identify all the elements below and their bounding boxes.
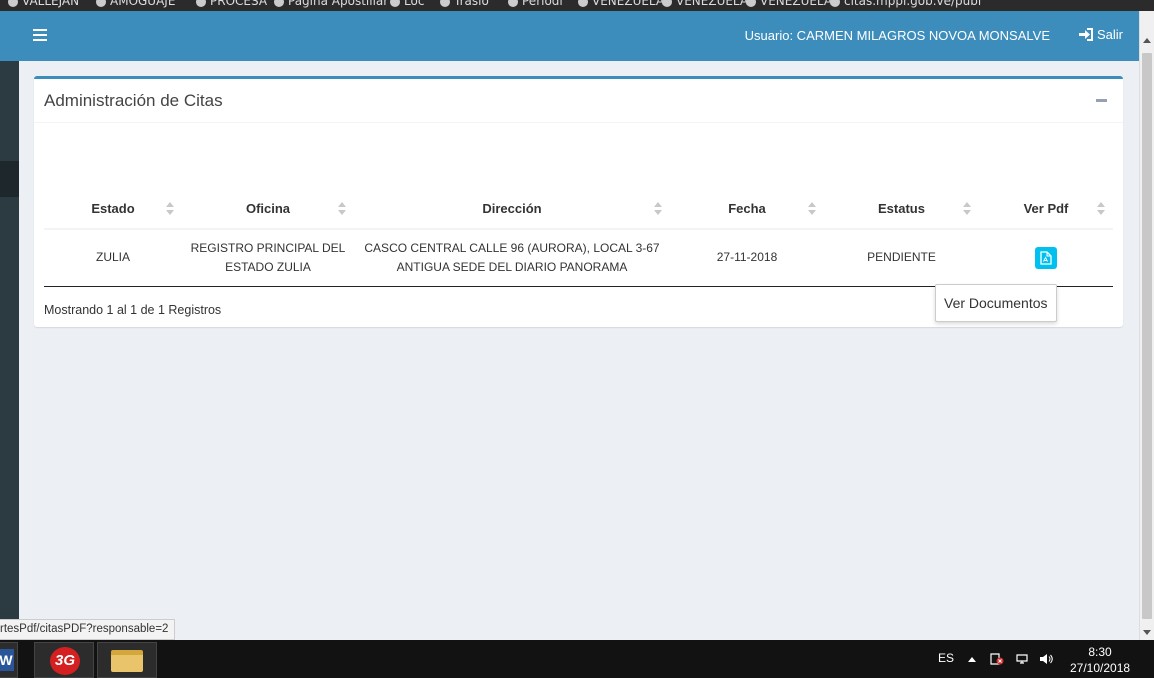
bookmark-item[interactable]: citas.mppi.gob.ve/publ bbox=[830, 0, 981, 8]
bookmark-item[interactable]: Traslo bbox=[440, 0, 489, 8]
column-header-estatus[interactable]: Estatus bbox=[824, 189, 979, 230]
sort-icon bbox=[654, 202, 662, 216]
menu-toggle-icon[interactable] bbox=[33, 29, 47, 41]
show-hidden-icons-icon[interactable] bbox=[968, 657, 976, 662]
sort-icon bbox=[963, 202, 971, 216]
cell-ver-pdf bbox=[979, 229, 1113, 287]
cell-direccion: CASCO CENTRAL CALLE 96 (AURORA), LOCAL 3… bbox=[354, 229, 670, 287]
scroll-down-icon[interactable] bbox=[1143, 630, 1151, 635]
sort-icon bbox=[166, 202, 174, 216]
cell-estatus: PENDIENTE bbox=[824, 229, 979, 287]
top-header: Usuario: CARMEN MILAGROS NOVOA MONSALVE … bbox=[0, 11, 1140, 61]
3g-icon[interactable]: 3G bbox=[34, 642, 94, 678]
sign-out-icon bbox=[1078, 28, 1093, 41]
clock-date: 27/10/2018 bbox=[1070, 661, 1131, 675]
scrollbar-thumb[interactable] bbox=[1142, 53, 1152, 619]
bookmark-item[interactable]: VALLEJAN bbox=[8, 0, 79, 8]
cell-fecha: 27-11-2018 bbox=[670, 229, 824, 287]
logout-button[interactable]: Salir bbox=[1078, 27, 1123, 42]
bookmark-item[interactable]: VENEZUELA bbox=[578, 0, 664, 8]
bookmark-item[interactable]: Periodi bbox=[508, 0, 563, 8]
column-header-fecha[interactable]: Fecha bbox=[670, 189, 824, 230]
bookmark-item[interactable]: AMOGUAJE bbox=[96, 0, 175, 8]
table-header-row: Estado Oficina Dirección Fecha Estatus V… bbox=[44, 189, 1113, 230]
status-url: rtesPdf/citasPDF?responsable=2 bbox=[0, 619, 176, 640]
bookmark-item[interactable]: PROCESA bbox=[196, 0, 267, 8]
cell-estado: ZULIA bbox=[44, 229, 182, 287]
sidebar-active-item[interactable] bbox=[0, 161, 19, 197]
word-icon[interactable]: W bbox=[0, 642, 18, 678]
column-header-direccion[interactable]: Dirección bbox=[354, 189, 670, 230]
volume-icon[interactable] bbox=[1039, 653, 1053, 665]
action-center-icon[interactable] bbox=[990, 653, 1004, 665]
sort-icon bbox=[1097, 202, 1105, 216]
taskbar: W 3G ES 8:30 27/10/2018 bbox=[0, 640, 1154, 678]
cell-oficina: REGISTRO PRINCIPAL DEL ESTADO ZULIA bbox=[182, 229, 354, 287]
tooltip: Ver Documentos bbox=[935, 284, 1057, 322]
collapse-icon[interactable] bbox=[1096, 99, 1107, 102]
network-icon[interactable] bbox=[1015, 653, 1029, 665]
sort-icon bbox=[808, 202, 816, 216]
page-title: Administración de Citas bbox=[44, 91, 223, 110]
column-header-ver-pdf[interactable]: Ver Pdf bbox=[979, 189, 1113, 230]
column-header-oficina[interactable]: Oficina bbox=[182, 189, 354, 230]
view-pdf-button[interactable] bbox=[1035, 246, 1057, 269]
language-indicator[interactable]: ES bbox=[938, 651, 954, 665]
bookmark-item[interactable]: Pagina Apostillar bbox=[274, 0, 388, 8]
bookmark-item[interactable]: VENEZUELA bbox=[746, 0, 832, 8]
scroll-up-icon[interactable] bbox=[1143, 38, 1151, 43]
logout-label: Salir bbox=[1096, 27, 1123, 42]
clock-time: 8:30 bbox=[1088, 645, 1112, 659]
column-header-estado[interactable]: Estado bbox=[44, 189, 182, 230]
sidebar bbox=[0, 61, 19, 641]
vertical-scrollbar[interactable] bbox=[1139, 11, 1154, 641]
user-label: Usuario: CARMEN MILAGROS NOVOA MONSALVE bbox=[744, 28, 1050, 43]
clock[interactable]: 8:30 27/10/2018 bbox=[1070, 644, 1130, 676]
bookmark-item[interactable]: Loc bbox=[390, 0, 424, 8]
citas-table: Estado Oficina Dirección Fecha Estatus V… bbox=[44, 189, 1113, 287]
box-header: Administración de Citas bbox=[34, 79, 1123, 123]
sort-icon bbox=[338, 202, 346, 216]
bookmarks-bar: VALLEJAN AMOGUAJE PROCESA Pagina Apostil… bbox=[0, 0, 1154, 11]
bookmark-item[interactable]: VENEZUELA bbox=[662, 0, 748, 8]
file-explorer-icon[interactable] bbox=[97, 642, 157, 678]
table-info: Mostrando 1 al 1 de 1 Registros bbox=[44, 303, 222, 317]
file-pdf-icon bbox=[1040, 251, 1052, 265]
table-row: ZULIA REGISTRO PRINCIPAL DEL ESTADO ZULIA… bbox=[44, 229, 1113, 287]
